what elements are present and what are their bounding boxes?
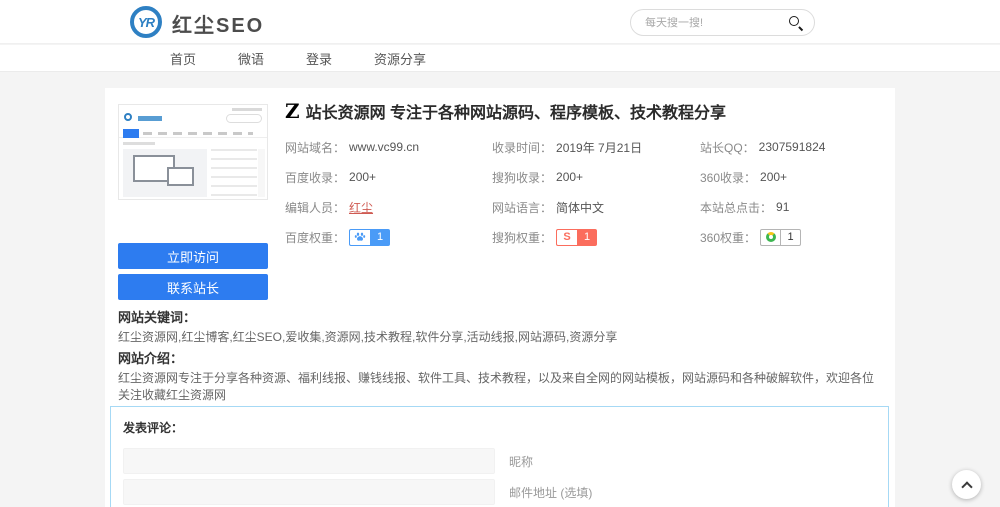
- nickname-input[interactable]: [123, 448, 495, 474]
- 360-weight-badge: 1: [760, 229, 801, 246]
- thumb-device-tablet: [167, 167, 194, 186]
- nav-item-resources[interactable]: 资源分享: [374, 49, 426, 68]
- intro-heading: 网站介绍：: [118, 348, 183, 367]
- sogou-weight-badge: S 1: [556, 229, 597, 246]
- site-title-text: 站长资源网 专注于各种网站源码、程序模板、技术教程分享: [306, 99, 726, 123]
- site-detail-card: Z 站长资源网 专注于各种网站源码、程序模板、技术教程分享 网站域名： www.…: [105, 88, 895, 507]
- thumb-sidebar: [258, 149, 265, 197]
- header: YR 红尘SEO: [0, 0, 1000, 44]
- nav-item-login[interactable]: 登录: [306, 49, 332, 68]
- intro-text: 红尘资源网专注于分享各种资源、福利线报、赚钱线报、软件工具、技术教程，以及来自全…: [118, 370, 882, 404]
- baidu-weight-value: 1: [370, 229, 390, 246]
- thumb-topbar-text: [232, 108, 262, 111]
- nav-item-home[interactable]: 首页: [170, 49, 196, 68]
- info-baidu-index: 百度收录： 200+: [285, 162, 492, 192]
- visit-site-button[interactable]: 立即访问: [118, 243, 268, 269]
- site-info-grid: 网站域名： www.vc99.cn 收录时间： 2019年 7月21日 站长QQ…: [285, 132, 885, 252]
- thumb-search-box: [226, 114, 262, 123]
- email-label: 邮件地址 (选填): [509, 484, 592, 501]
- contact-webmaster-button[interactable]: 联系站长: [118, 274, 268, 300]
- search-input[interactable]: [645, 17, 788, 29]
- info-total-clicks: 本站总点击： 91: [700, 192, 885, 222]
- info-included-date: 收录时间： 2019年 7月21日: [492, 132, 700, 162]
- 360-weight-value: 1: [781, 229, 801, 246]
- thumb-logo-text: [138, 116, 162, 121]
- search-icon[interactable]: [788, 15, 804, 31]
- keywords-heading: 网站关键词：: [118, 307, 196, 326]
- email-input[interactable]: [123, 479, 495, 505]
- sogou-s-icon: S: [556, 229, 577, 246]
- scroll-to-top-button[interactable]: [952, 470, 981, 499]
- sogou-weight-value: 1: [577, 229, 597, 246]
- info-editor: 编辑人员： 红尘: [285, 192, 492, 222]
- comment-field-row: 邮件地址 (选填): [123, 479, 876, 505]
- navbar: 首页 微语 登录 资源分享: [0, 45, 1000, 72]
- weight-360: 360权重： 1: [700, 222, 885, 252]
- info-sogou-index: 搜狗收录： 200+: [492, 162, 700, 192]
- info-webmaster-qq: 站长QQ： 2307591824: [700, 132, 885, 162]
- comment-form: 发表评论： 昵称 邮件地址 (选填) 个人主页 (选填): [110, 406, 889, 507]
- comment-form-heading: 发表评论：: [123, 419, 876, 436]
- info-360-index: 360收录： 200+: [700, 162, 885, 192]
- baidu-paw-icon: [349, 229, 370, 246]
- search-box: [630, 9, 815, 36]
- nickname-label: 昵称: [509, 453, 533, 470]
- editor-link[interactable]: 红尘: [349, 199, 373, 216]
- thumb-logo-icon: [124, 113, 132, 121]
- logo-text[interactable]: 红尘SEO: [172, 9, 264, 38]
- info-domain: 网站域名： www.vc99.cn: [285, 132, 492, 162]
- site-title: Z 站长资源网 专注于各种网站源码、程序模板、技术教程分享: [285, 99, 726, 123]
- baidu-weight-badge: 1: [349, 229, 390, 246]
- page: YR 红尘SEO 首页 微语 登录 资源分享: [0, 0, 1000, 507]
- site-favicon-icon: Z: [285, 101, 300, 121]
- thumb-breadcrumb: [123, 142, 155, 145]
- weight-sogou: 搜狗权重： S 1: [492, 222, 700, 252]
- 360-ring-icon: [760, 229, 781, 246]
- logo-icon[interactable]: YR: [130, 6, 162, 38]
- comment-field-row: 昵称: [123, 448, 876, 474]
- thumb-article-list: [211, 149, 257, 197]
- weight-baidu: 百度权重： 1: [285, 222, 492, 252]
- thumb-nav-active-tab: [123, 129, 139, 138]
- site-screenshot-thumbnail[interactable]: [118, 104, 268, 200]
- info-language: 网站语言： 简体中文: [492, 192, 700, 222]
- chevron-up-icon: [961, 481, 972, 492]
- keywords-text: 红尘资源网,红尘博客,红尘SEO,爱收集,资源网,技术教程,软件分享,活动线报,…: [118, 329, 882, 346]
- nav-item-weiyu[interactable]: 微语: [238, 49, 264, 68]
- thumb-nav-items: [143, 132, 253, 135]
